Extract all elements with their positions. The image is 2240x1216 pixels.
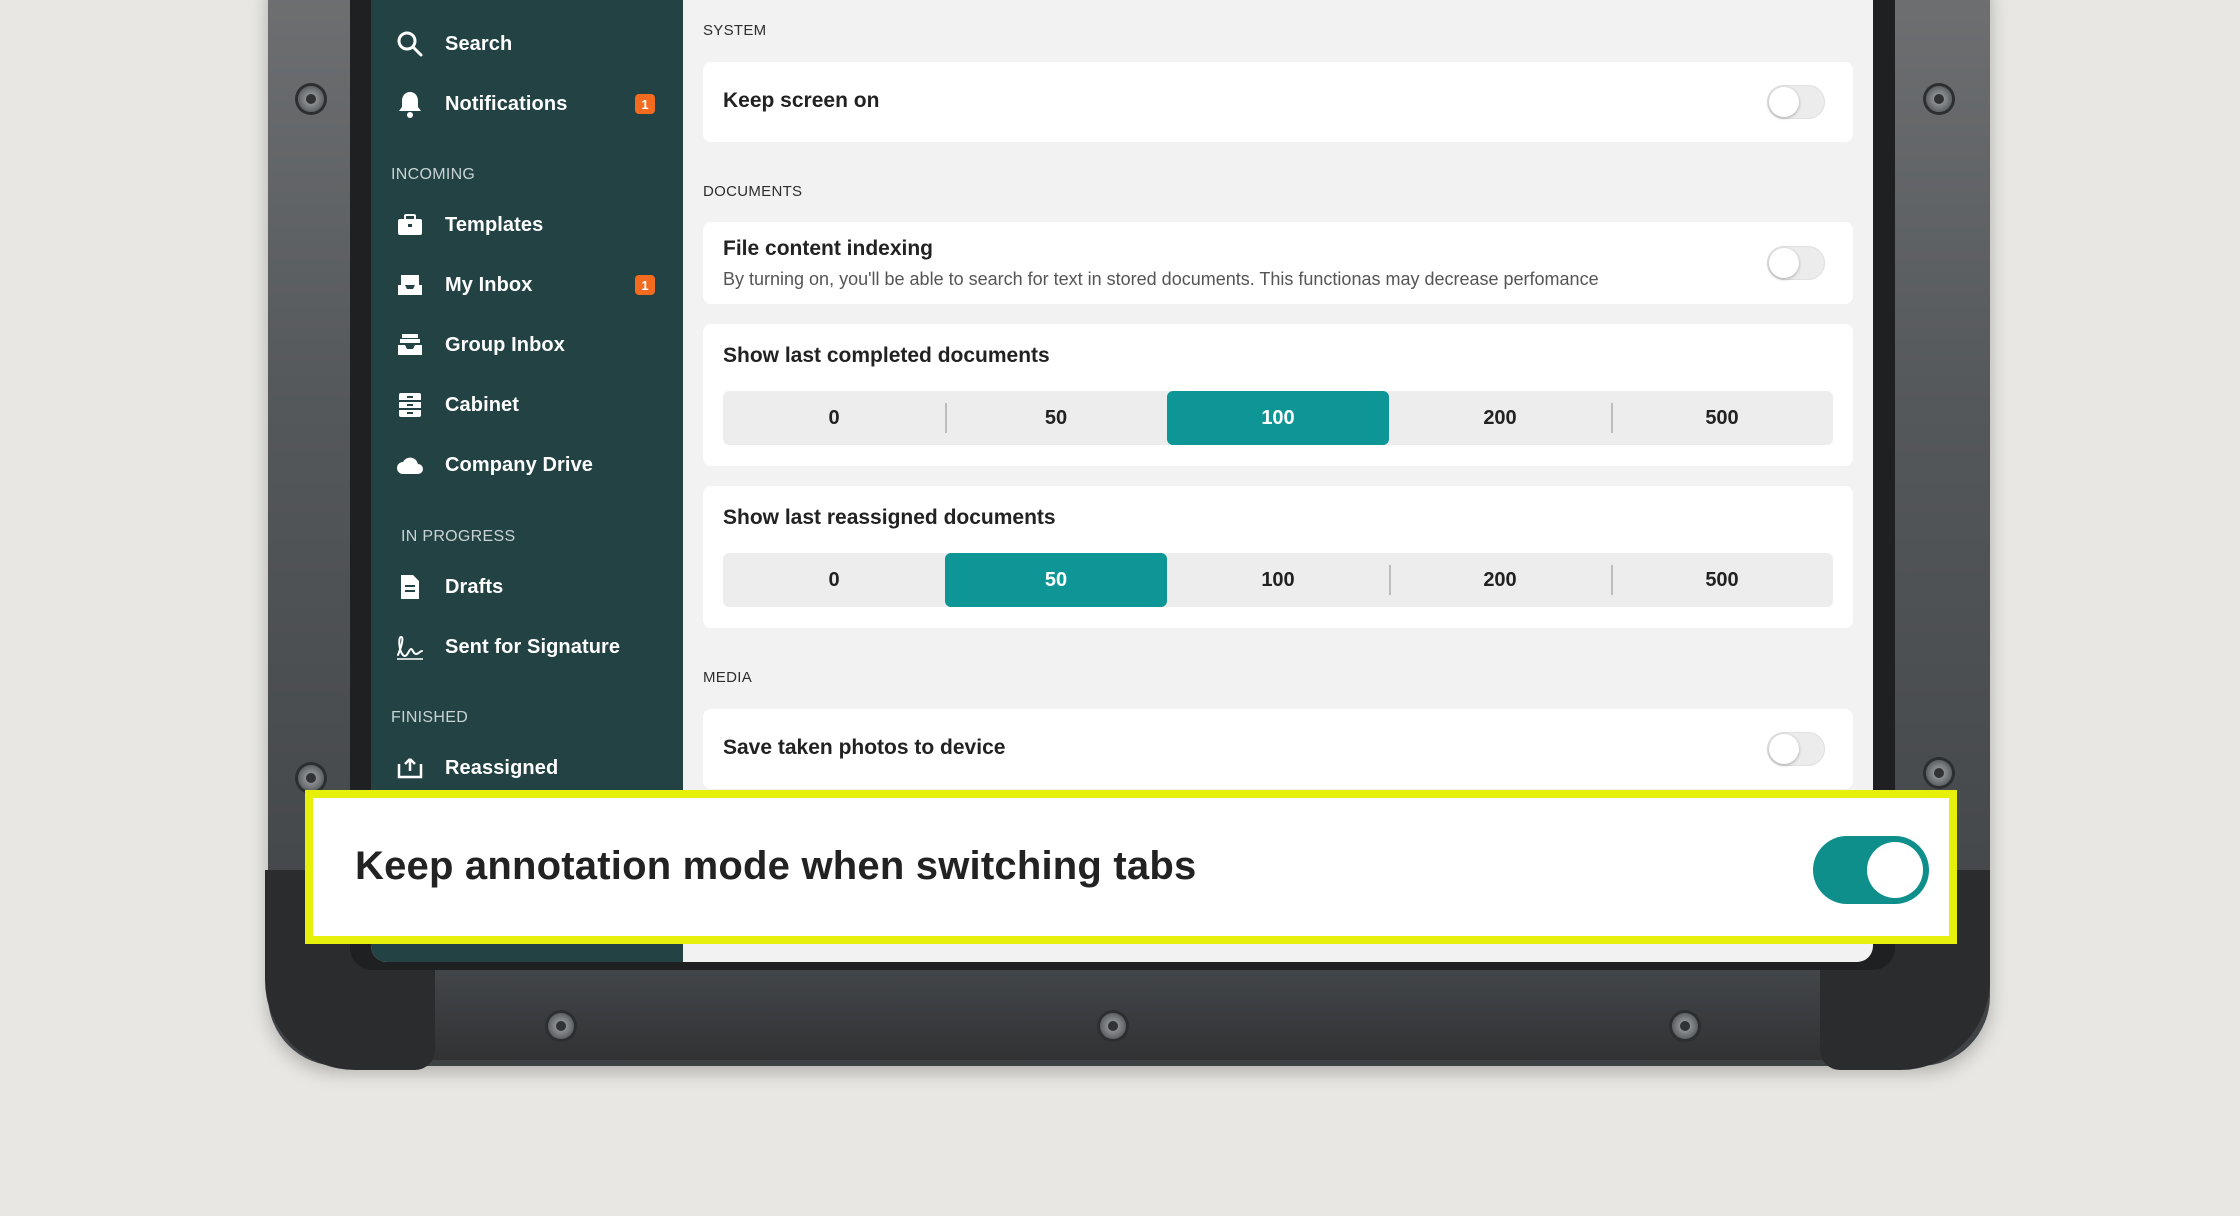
cabinet-icon <box>395 390 425 420</box>
screw-icon <box>1926 760 1952 786</box>
sidebar-item-drafts[interactable]: Drafts <box>395 567 663 607</box>
screw-icon <box>1926 86 1952 112</box>
keep-screen-on-toggle[interactable] <box>1767 85 1825 119</box>
section-label-finished: FINISHED <box>391 709 469 726</box>
screw-icon <box>298 86 324 112</box>
completed-segmented-control: 0 50 100 200 500 <box>723 391 1833 445</box>
sidebar-item-label: Company Drive <box>445 453 594 476</box>
segment-option[interactable]: 500 <box>1611 553 1833 607</box>
screw-icon <box>298 765 324 791</box>
inbox-badge: 1 <box>635 275 655 295</box>
setting-file-indexing: File content indexing By turning on, you… <box>703 222 1853 304</box>
sidebar-item-label: Templates <box>445 213 544 236</box>
setting-label: Show last reassigned documents <box>723 506 1056 529</box>
setting-label: Show last completed documents <box>723 344 1050 367</box>
sidebar-item-label: Reassigned <box>445 756 559 779</box>
setting-description: By turning on, you'll be able to search … <box>723 269 1599 289</box>
sidebar-item-notifications[interactable]: Notifications 1 <box>395 84 663 124</box>
file-indexing-toggle[interactable] <box>1767 246 1825 280</box>
sidebar-item-reassigned[interactable]: Reassigned <box>395 748 663 788</box>
sidebar-item-label: Drafts <box>445 575 504 598</box>
segment-option[interactable]: 0 <box>723 391 945 445</box>
sidebar-item-label: Cabinet <box>445 393 520 416</box>
sidebar-item-label: Group Inbox <box>445 333 565 356</box>
setting-show-completed: Show last completed documents 0 50 100 2… <box>703 324 1853 466</box>
sidebar-item-sent-for-signature[interactable]: Sent for Signature <box>395 627 663 667</box>
setting-label: File content indexing <box>723 237 934 260</box>
briefcase-icon <box>395 210 425 240</box>
annotation-mode-toggle[interactable] <box>1813 836 1929 904</box>
sidebar-item-group-inbox[interactable]: Group Inbox <box>395 325 663 365</box>
inbox-icon <box>395 270 425 300</box>
search-icon <box>395 29 425 59</box>
bell-icon <box>395 89 425 119</box>
segment-option[interactable]: 100 <box>1167 553 1389 607</box>
cloud-icon <box>395 450 425 480</box>
save-photos-toggle[interactable] <box>1767 732 1825 766</box>
sidebar-item-label: Notifications <box>445 92 568 115</box>
setting-label: Keep screen on <box>723 89 880 112</box>
notification-badge: 1 <box>635 94 655 114</box>
toggle-knob <box>1769 87 1799 117</box>
toggle-knob <box>1769 734 1799 764</box>
sidebar-item-label: My Inbox <box>445 273 533 296</box>
section-title-media: MEDIA <box>703 669 753 686</box>
document-icon <box>395 572 425 602</box>
section-title-system: SYSTEM <box>703 22 767 39</box>
sidebar-item-my-inbox[interactable]: My Inbox 1 <box>395 265 663 305</box>
sidebar-item-cabinet[interactable]: Cabinet <box>395 385 663 425</box>
segment-option[interactable]: 200 <box>1389 391 1611 445</box>
section-label-in-progress: IN PROGRESS <box>401 528 516 545</box>
segment-option[interactable]: 50 <box>945 391 1167 445</box>
toggle-knob <box>1769 248 1799 278</box>
sidebar-item-search[interactable]: Search <box>395 24 663 64</box>
segment-option-selected[interactable]: 100 <box>1167 391 1389 445</box>
sidebar-item-label: Sent for Signature <box>445 635 621 658</box>
sidebar-item-company-drive[interactable]: Company Drive <box>395 445 663 485</box>
reassign-icon <box>395 753 425 783</box>
highlight-callout: Keep annotation mode when switching tabs <box>305 790 1957 944</box>
reassigned-segmented-control: 0 50 100 200 500 <box>723 553 1833 607</box>
group-inbox-icon <box>395 330 425 360</box>
segment-option-selected[interactable]: 50 <box>945 553 1167 607</box>
segment-option[interactable]: 0 <box>723 553 945 607</box>
segment-option[interactable]: 200 <box>1389 553 1611 607</box>
screw-icon <box>1100 1013 1126 1039</box>
signature-icon <box>395 632 425 662</box>
setting-keep-screen-on: Keep screen on <box>703 62 1853 142</box>
segment-option[interactable]: 500 <box>1611 391 1833 445</box>
screw-icon <box>1672 1013 1698 1039</box>
setting-show-reassigned: Show last reassigned documents 0 50 100 … <box>703 486 1853 628</box>
section-label-incoming: INCOMING <box>391 166 476 183</box>
setting-label: Save taken photos to device <box>723 736 1006 759</box>
setting-save-photos: Save taken photos to device <box>703 709 1853 789</box>
toggle-knob <box>1867 842 1923 898</box>
screw-icon <box>548 1013 574 1039</box>
sidebar-item-templates[interactable]: Templates <box>395 205 663 245</box>
callout-label: Keep annotation mode when switching tabs <box>355 844 1197 888</box>
sidebar-item-label: Search <box>445 32 513 55</box>
section-title-documents: DOCUMENTS <box>703 183 803 200</box>
